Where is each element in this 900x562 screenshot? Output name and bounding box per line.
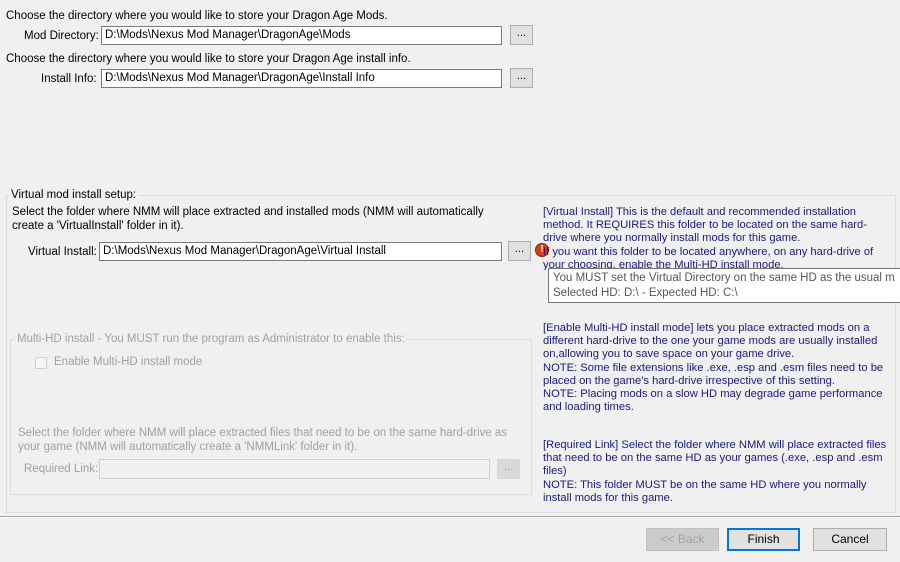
required-link-browse-button[interactable]: ...: [497, 459, 520, 479]
multi-hd-checkbox[interactable]: [35, 357, 47, 369]
virtual-install-input[interactable]: D:\Mods\Nexus Mod Manager\DragonAge\Virt…: [99, 242, 502, 261]
install-info-browse-button[interactable]: ...: [510, 68, 533, 88]
multi-hd-checkbox-label: Enable Multi-HD install mode: [54, 356, 203, 368]
required-link-info: [Required Link] Select the folder where …: [543, 439, 887, 504]
virtual-install-prompt: Select the folder where NMM will place e…: [12, 206, 484, 232]
install-info-label: Install Info:: [41, 73, 97, 85]
required-link-label: Required Link:: [24, 463, 99, 475]
required-link-prompt: Select the folder where NMM will place e…: [18, 427, 507, 453]
mod-directory-label: Mod Directory:: [24, 30, 99, 42]
mod-directory-browse-button[interactable]: ...: [510, 25, 533, 45]
cancel-button[interactable]: Cancel: [813, 528, 887, 551]
finish-button[interactable]: Finish: [727, 528, 800, 551]
back-button[interactable]: << Back: [646, 528, 719, 551]
tooltip-line-1: You MUST set the Virtual Directory on th…: [553, 272, 895, 284]
required-link-input[interactable]: [99, 459, 490, 479]
mod-directory-prompt: Choose the directory where you would lik…: [6, 10, 388, 22]
multi-hd-info: [Enable Multi-HD install mode] lets you …: [543, 322, 884, 414]
tooltip-line-2: Selected HD: D:\ - Expected HD: C:\: [553, 287, 738, 299]
mod-directory-input[interactable]: D:\Mods\Nexus Mod Manager\DragonAge\Mods: [101, 26, 502, 45]
virtual-install-browse-button[interactable]: ...: [508, 241, 531, 261]
install-info-prompt: Choose the directory where you would lik…: [6, 53, 411, 65]
virtual-install-info: [Virtual Install] This is the default an…: [543, 206, 874, 270]
install-info-input[interactable]: D:\Mods\Nexus Mod Manager\DragonAge\Inst…: [101, 69, 502, 88]
footer-divider-highlight: [0, 517, 900, 518]
virtual-setup-title: Virtual mod install setup:: [9, 189, 139, 201]
multi-hd-title: Multi-HD install - You MUST run the prog…: [15, 333, 407, 345]
error-tooltip: You MUST set the Virtual Directory on th…: [548, 268, 900, 303]
virtual-install-label: Virtual Install:: [28, 246, 97, 258]
